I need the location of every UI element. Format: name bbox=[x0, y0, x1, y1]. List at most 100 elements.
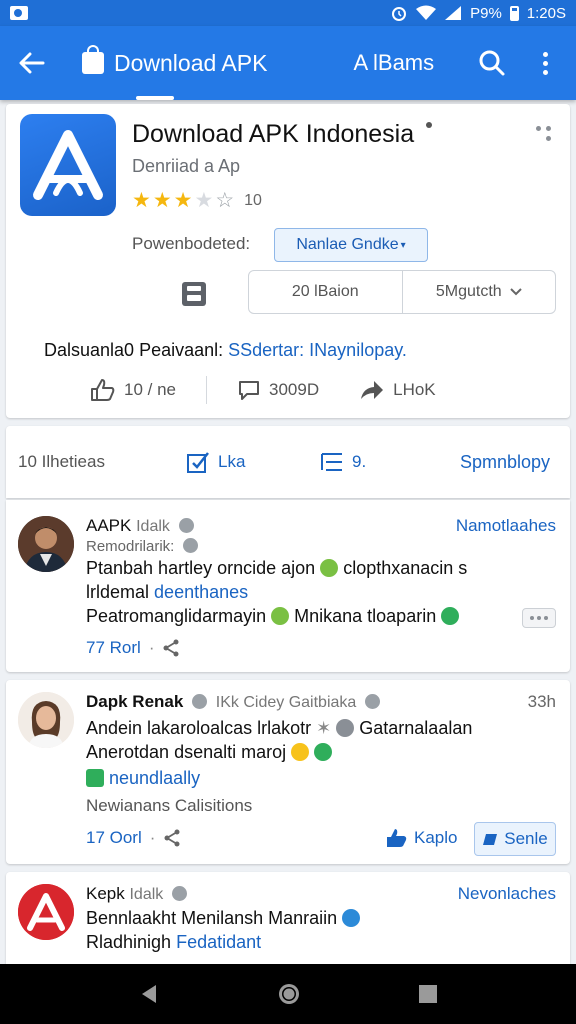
tab-download-apk[interactable]: Download APK bbox=[64, 26, 285, 100]
post-link[interactable]: neundlaally bbox=[109, 768, 200, 788]
emoji-icon bbox=[441, 607, 460, 625]
post-text: lrldemal bbox=[86, 582, 150, 602]
avatar[interactable] bbox=[18, 516, 74, 572]
comments-count: 10 Ilhetieas bbox=[18, 452, 105, 471]
overflow-menu-button[interactable] bbox=[530, 43, 560, 83]
like-label: Kaplo bbox=[414, 828, 458, 847]
post-author-name[interactable]: AAPK bbox=[86, 516, 131, 535]
back-arrow-icon bbox=[19, 52, 45, 74]
post-footer-text[interactable]: 77 Rorl bbox=[86, 638, 141, 658]
reply-button[interactable]: Senle bbox=[474, 822, 556, 856]
avatar[interactable] bbox=[18, 692, 74, 748]
check-badge-icon bbox=[342, 909, 361, 927]
nav-home-icon[interactable] bbox=[277, 982, 301, 1006]
post-author: Dapk Renak IKk Cidey Gaitbiaka bbox=[86, 692, 384, 712]
card-menu-button[interactable] bbox=[536, 126, 552, 142]
alarm-icon bbox=[392, 7, 407, 21]
comment-post: Kepk Idalk Nevonlaches Bennlaakht Menila… bbox=[6, 872, 570, 964]
nav-back-icon[interactable] bbox=[138, 983, 160, 1005]
tab-albums[interactable]: A lBams bbox=[353, 50, 434, 76]
more-dot-icon bbox=[544, 616, 548, 620]
segment-version-label: 20 lBaion bbox=[291, 283, 359, 300]
comment-post: AAPK Idalk Remodrilarik: Namotlaahes Pta… bbox=[6, 500, 570, 672]
signal-icon bbox=[445, 6, 462, 20]
share-icon[interactable] bbox=[162, 639, 180, 657]
post-meta-text: Remodrilarik: bbox=[86, 538, 175, 555]
post-tag[interactable]: Nevonlaches bbox=[458, 884, 556, 904]
post-meta: Remodrilarik: bbox=[86, 538, 202, 555]
post-text-line: Peatromanglidarmayin Mnikana tloaparin bbox=[86, 606, 460, 627]
save-icon[interactable] bbox=[182, 282, 206, 306]
share-action[interactable]: LHoK bbox=[359, 379, 436, 401]
wifi-icon bbox=[416, 5, 437, 20]
avatar[interactable] bbox=[18, 884, 74, 940]
battery-percent: P9% bbox=[470, 4, 502, 22]
post-text-line: lrldemal deenthanes bbox=[86, 582, 248, 603]
separator-dot: · bbox=[149, 828, 156, 847]
primary-dropdown-button[interactable]: Nanlae Gndke ▾ bbox=[274, 228, 428, 262]
segment-version[interactable]: 20 lBaion bbox=[249, 271, 402, 313]
comment-action[interactable]: 3009D bbox=[237, 378, 319, 402]
app-title: Download APK Indonesia bbox=[132, 120, 415, 148]
post-more-button[interactable] bbox=[522, 608, 556, 628]
post-tag[interactable]: Namotlaahes bbox=[456, 516, 556, 536]
search-button[interactable] bbox=[472, 43, 512, 83]
star-full-icon: ★ bbox=[132, 189, 151, 212]
title-marker-icon bbox=[426, 122, 432, 128]
reply-label: Senle bbox=[504, 829, 548, 848]
description-link[interactable]: SSdertar: INaynilopay. bbox=[228, 340, 407, 360]
menu-dot-icon bbox=[536, 126, 541, 131]
post-text: Newianans Calisitions bbox=[86, 796, 253, 815]
post-footer-text[interactable]: 17 Oorl bbox=[86, 828, 142, 848]
post-author-name[interactable]: Dapk Renak bbox=[86, 692, 183, 711]
rating: ★ ★ ★ ★ ☆ 10 bbox=[132, 190, 262, 211]
app-logo-icon bbox=[33, 130, 103, 200]
star-full-icon: ★ bbox=[173, 189, 193, 212]
post-text: Anerotdan dsenalti maroj bbox=[86, 742, 287, 762]
share-arrow-icon bbox=[361, 381, 384, 399]
more-dot-icon bbox=[537, 616, 541, 620]
tag-icon bbox=[86, 769, 104, 787]
post-author-name[interactable]: Kepk bbox=[86, 884, 125, 903]
verified-icon bbox=[182, 538, 198, 553]
comments-header-link[interactable]: Spmnblopy bbox=[460, 452, 550, 473]
comment-post: Dapk Renak IKk Cidey Gaitbiaka 33h Andei… bbox=[6, 680, 570, 864]
post-author-handle: IKk Cidey Gaitbiaka bbox=[215, 694, 357, 711]
thumbs-up-icon bbox=[91, 379, 115, 401]
divider bbox=[206, 376, 207, 404]
powered-label: Powenbodeted: bbox=[132, 234, 251, 253]
app-subtitle: Denriiad a Ap bbox=[132, 156, 241, 176]
post-link[interactable]: deenthanes bbox=[154, 582, 248, 602]
emoji-icon bbox=[271, 607, 290, 625]
post-text-line: Anerotdan dsenalti maroj bbox=[86, 742, 333, 763]
post-text-line: Newianans Calisitions bbox=[86, 796, 252, 816]
primary-dropdown-label: Nanlae Gndke bbox=[296, 236, 399, 253]
filter-button[interactable]: Lka bbox=[186, 450, 245, 474]
star-empty-icon: ★ bbox=[194, 189, 214, 212]
edit-check-icon bbox=[187, 452, 209, 473]
post-link[interactable]: Fedatidant bbox=[176, 932, 261, 952]
segment-size-label: 5Mgutcth bbox=[435, 283, 502, 300]
separator-dot: · bbox=[148, 638, 155, 657]
share-icon[interactable] bbox=[163, 829, 181, 847]
sort-button[interactable]: 9. bbox=[320, 451, 366, 473]
post-text-line: Ptanbah hartley orncide ajon clopthxanac… bbox=[86, 558, 467, 579]
like-button[interactable]: Kaplo bbox=[386, 828, 457, 848]
battery-icon bbox=[509, 5, 519, 21]
post-text-line: Andein lakaroloalcas lrlakotr ✶ Gatarnal… bbox=[86, 718, 472, 739]
emoji-icon bbox=[336, 719, 355, 737]
post-text: Bennlaakht Menilansh Manraiin bbox=[86, 908, 338, 928]
segment-size[interactable]: 5Mgutcth bbox=[401, 271, 556, 313]
post-text-line: neundlaally bbox=[86, 768, 200, 789]
menu-dot-icon bbox=[546, 136, 551, 141]
like-action[interactable]: 10 / ne bbox=[90, 378, 176, 402]
post-text-tail: Mnikana tloaparin bbox=[294, 606, 437, 626]
avatar-logo-icon bbox=[18, 884, 74, 940]
more-dot-icon bbox=[542, 69, 548, 75]
post-text-line: Rladhinigh Fedatidant bbox=[86, 932, 261, 953]
nav-recents-icon[interactable] bbox=[418, 984, 438, 1004]
description: Dalsuanla0 Peaivaanl: SSdertar: INaynilo… bbox=[44, 340, 407, 361]
back-button[interactable] bbox=[0, 26, 64, 100]
list-icon bbox=[321, 453, 342, 471]
caret-down-icon: ▾ bbox=[400, 239, 406, 251]
